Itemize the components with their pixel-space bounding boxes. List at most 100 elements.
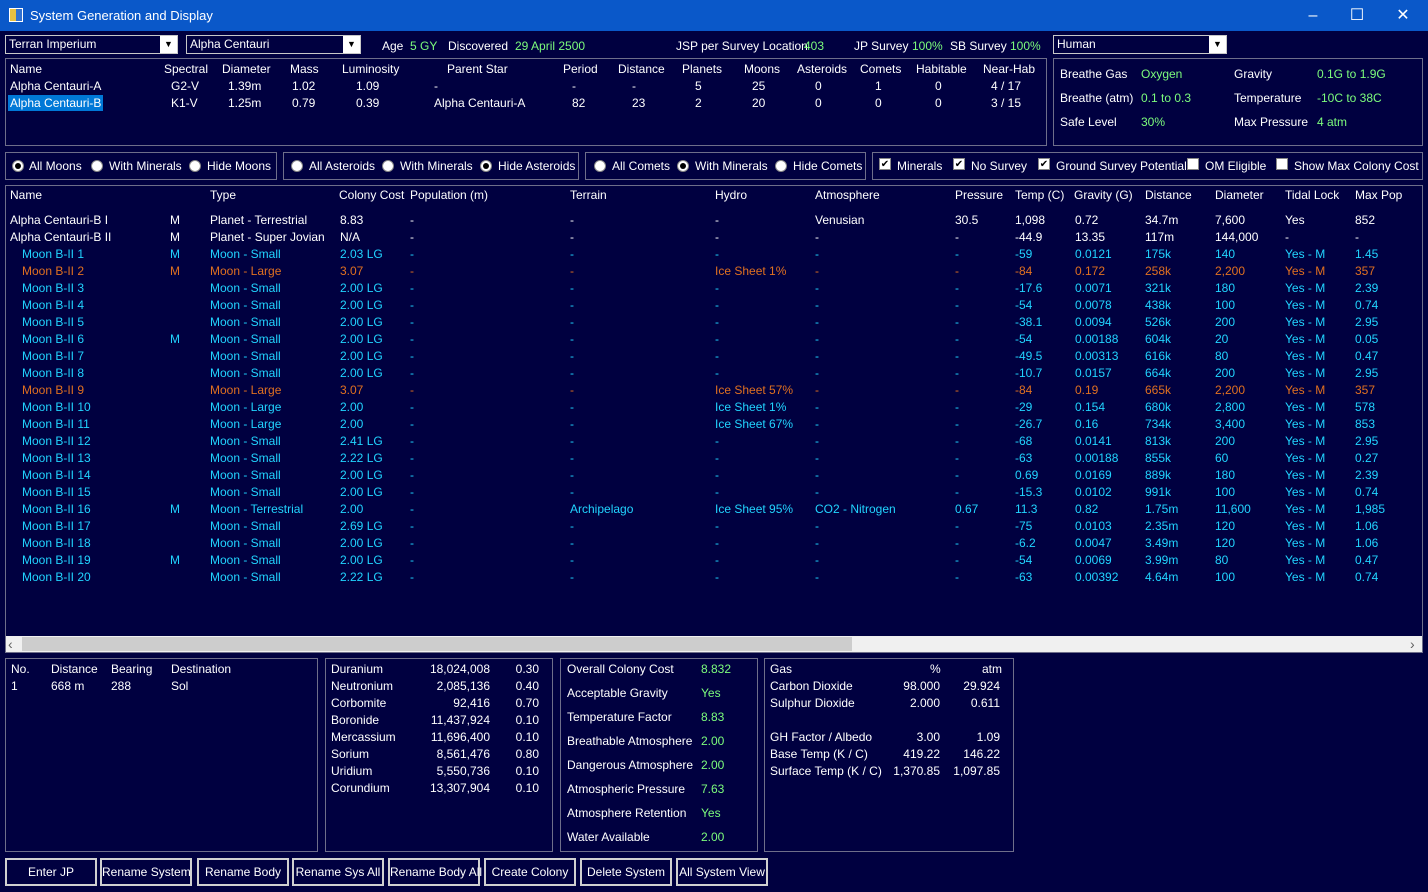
star-name[interactable]: Alpha Centauri-B	[8, 95, 104, 111]
radio-asteroids-0[interactable]	[291, 160, 303, 172]
body-name[interactable]: Moon B-II 3	[22, 281, 84, 295]
jump-cell: 668 m	[51, 679, 85, 693]
radio-asteroids-2[interactable]	[480, 160, 492, 172]
body-name[interactable]: Moon B-II 8	[22, 366, 84, 380]
body-name[interactable]: Moon B-II 5	[22, 315, 84, 329]
body-name[interactable]: Moon B-II 10	[22, 400, 91, 414]
jump-cell[interactable]: 1	[11, 679, 18, 693]
body-name[interactable]: Moon B-II 7	[22, 349, 84, 363]
bodies-header-7[interactable]: Pressure	[955, 188, 1003, 202]
body-cell: Yes	[1285, 213, 1305, 227]
bodies-header-0[interactable]: Name	[10, 188, 42, 202]
body-name[interactable]: Moon B-II 12	[22, 434, 91, 448]
mineral-access: 0.80	[515, 747, 539, 761]
maximize-button[interactable]: ☐	[1334, 0, 1380, 31]
body-cell: -	[715, 213, 719, 227]
button-rename-body-all[interactable]: Rename Body All	[388, 858, 482, 886]
body-cell: 11,600	[1215, 502, 1251, 516]
body-name[interactable]: Alpha Centauri-B II	[10, 230, 111, 244]
body-cell: 8.83	[340, 213, 364, 227]
button-all-system-view[interactable]: All System View	[676, 858, 768, 886]
comet-filter-label[interactable]: All Comets	[612, 159, 670, 173]
bodies-header-10[interactable]: Distance	[1145, 188, 1192, 202]
body-name[interactable]: Moon B-II 11	[22, 417, 90, 431]
race-select[interactable]: Terran Imperium ▼	[5, 35, 178, 54]
scroll-left-arrow-icon[interactable]: ‹	[8, 636, 13, 652]
moon-filter-label[interactable]: Hide Moons	[207, 159, 271, 173]
body-name[interactable]: Moon B-II 13	[22, 451, 91, 465]
close-button[interactable]: ✕	[1380, 0, 1426, 31]
asteroid-filter-label[interactable]: With Minerals	[400, 159, 473, 173]
body-name[interactable]: Moon B-II 17	[22, 519, 91, 533]
bodies-header-2[interactable]: Colony Cost	[339, 188, 404, 202]
species-select[interactable]: Human ▼	[1053, 35, 1227, 54]
body-name[interactable]: Moon B-II 20	[22, 570, 91, 584]
button-enter-jp[interactable]: Enter JP	[5, 858, 97, 886]
checkbox-1[interactable]: ✔	[953, 158, 965, 170]
option-label[interactable]: Minerals	[897, 159, 942, 173]
radio-asteroids-1[interactable]	[382, 160, 394, 172]
bodies-header-9[interactable]: Gravity (G)	[1074, 188, 1133, 202]
body-cell: Yes - M	[1285, 570, 1326, 584]
bodies-header-1[interactable]: Type	[210, 188, 236, 202]
asteroid-filter-label[interactable]: Hide Asteroids	[498, 159, 575, 173]
body-name[interactable]: Moon B-II 6	[22, 332, 84, 346]
scroll-right-arrow-icon[interactable]: ›	[1410, 636, 1415, 652]
body-name[interactable]: Moon B-II 18	[22, 536, 91, 550]
button-rename-body[interactable]: Rename Body	[197, 858, 289, 886]
moon-filter-label[interactable]: All Moons	[29, 159, 82, 173]
comet-filter-label[interactable]: Hide Comets	[793, 159, 862, 173]
bodies-header-12[interactable]: Tidal Lock	[1285, 188, 1339, 202]
checkbox-2[interactable]: ✔	[1038, 158, 1050, 170]
bodies-header-6[interactable]: Atmosphere	[815, 188, 880, 202]
radio-moons-0[interactable]	[12, 160, 24, 172]
body-cell: -	[715, 536, 719, 550]
bodies-header-5[interactable]: Hydro	[715, 188, 747, 202]
option-label[interactable]: Ground Survey Potential	[1056, 159, 1187, 173]
button-create-colony[interactable]: Create Colony	[484, 858, 576, 886]
star-cell: 20	[752, 96, 766, 110]
radio-comets-0[interactable]	[594, 160, 606, 172]
radio-comets-2[interactable]	[775, 160, 787, 172]
bodies-header-4[interactable]: Terrain	[570, 188, 607, 202]
radio-moons-2[interactable]	[189, 160, 201, 172]
checkbox-3[interactable]	[1187, 158, 1199, 170]
body-name[interactable]: Moon B-II 14	[22, 468, 91, 482]
option-label[interactable]: No Survey	[971, 159, 1027, 173]
body-cell: Moon - Terrestrial	[210, 502, 304, 516]
option-label[interactable]: OM Eligible	[1205, 159, 1266, 173]
body-name[interactable]: Moon B-II 1	[22, 247, 84, 261]
bodies-header-13[interactable]: Max Pop	[1355, 188, 1402, 202]
system-select[interactable]: Alpha Centauri ▼	[186, 35, 361, 54]
button-rename-system[interactable]: Rename System	[100, 858, 192, 886]
jp-survey-value: 100%	[912, 39, 943, 53]
radio-moons-1[interactable]	[91, 160, 103, 172]
bodies-header-3[interactable]: Population (m)	[410, 188, 488, 202]
body-name[interactable]: Moon B-II 4	[22, 298, 84, 312]
body-cell: 3,400	[1215, 417, 1246, 431]
star-name[interactable]: Alpha Centauri-A	[10, 79, 101, 93]
body-name[interactable]: Moon B-II 16	[22, 502, 91, 516]
checkbox-0[interactable]: ✔	[879, 158, 891, 170]
body-name[interactable]: Moon B-II 15	[22, 485, 91, 499]
option-label[interactable]: Show Max Colony Cost	[1294, 159, 1419, 173]
body-name[interactable]: Moon B-II 19	[22, 553, 91, 567]
body-cell: Moon - Small	[210, 434, 281, 448]
asteroid-filter-label[interactable]: All Asteroids	[309, 159, 375, 173]
minimize-button[interactable]: –	[1290, 0, 1336, 31]
scrollbar-thumb[interactable]	[22, 637, 852, 651]
body-name[interactable]: Alpha Centauri-B I	[10, 213, 108, 227]
stars-header-13: Near-Hab	[983, 62, 1036, 76]
body-cell: -	[815, 281, 819, 295]
button-delete-system[interactable]: Delete System	[580, 858, 672, 886]
body-name[interactable]: Moon B-II 2	[22, 264, 84, 278]
body-name[interactable]: Moon B-II 9	[22, 383, 84, 397]
radio-comets-1[interactable]	[677, 160, 689, 172]
bodies-header-11[interactable]: Diameter	[1215, 188, 1264, 202]
comet-filter-label[interactable]: With Minerals	[695, 159, 768, 173]
body-cell: 1.75m	[1145, 502, 1179, 516]
checkbox-4[interactable]	[1276, 158, 1288, 170]
bodies-header-8[interactable]: Temp (C)	[1015, 188, 1064, 202]
moon-filter-label[interactable]: With Minerals	[109, 159, 182, 173]
button-rename-sys-all[interactable]: Rename Sys All	[292, 858, 384, 886]
